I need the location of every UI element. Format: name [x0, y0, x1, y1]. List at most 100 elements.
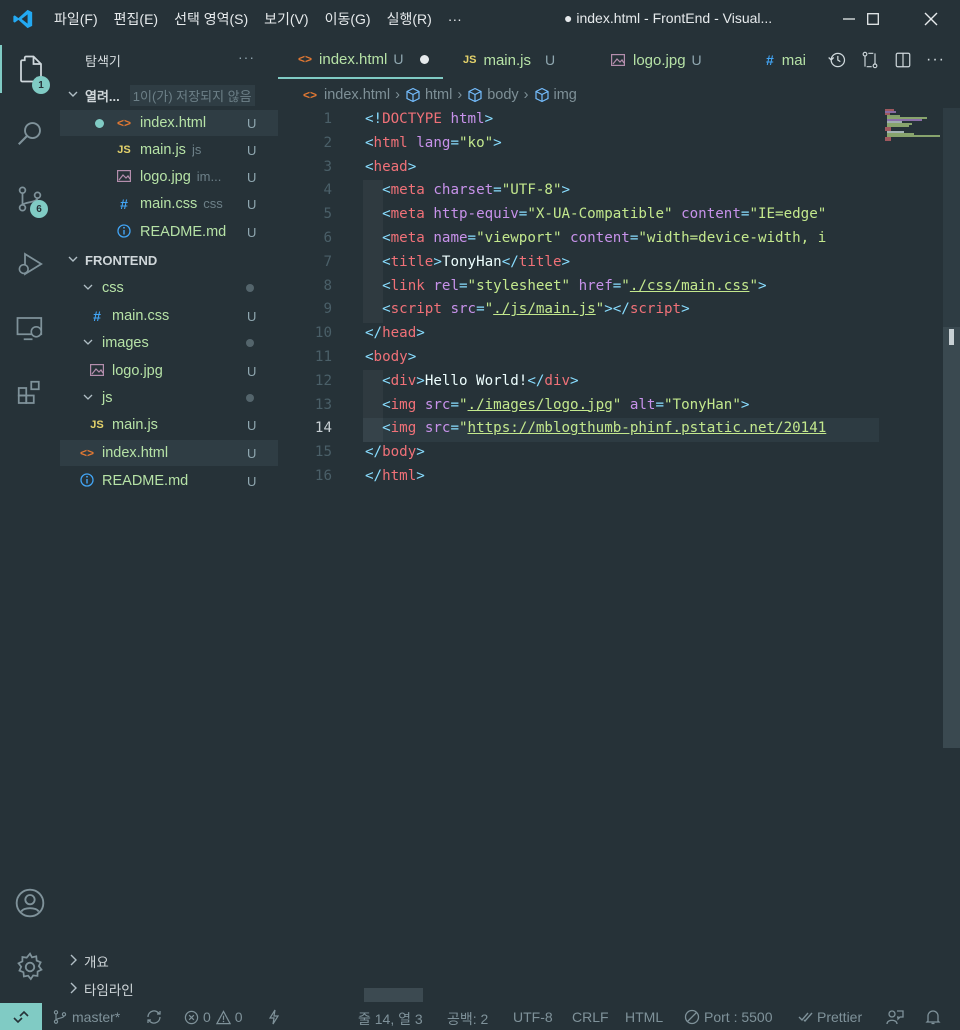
file-index-html[interactable]: <> index.html U — [60, 440, 278, 466]
image-icon — [611, 54, 625, 66]
image-icon — [114, 169, 134, 185]
branch-button[interactable]: master* — [52, 1009, 120, 1025]
file-main-css[interactable]: # main.css U — [60, 303, 278, 329]
project-header[interactable]: FRONTEND — [60, 247, 278, 273]
modified-dot — [246, 284, 254, 292]
code-line: </head> — [365, 325, 425, 342]
breadcrumb-img[interactable]: img — [554, 87, 577, 103]
tab-main-js[interactable]: JS main.js U — [443, 41, 591, 79]
close-button[interactable] — [908, 0, 954, 37]
file-main-js[interactable]: JS main.js U — [60, 412, 278, 438]
extensions-button[interactable] — [0, 369, 60, 417]
encoding[interactable]: UTF-8 — [513, 1009, 553, 1025]
port-label: Port : 5500 — [704, 1009, 773, 1025]
git-status: U — [247, 169, 257, 185]
feedback-button[interactable] — [886, 1009, 904, 1025]
tab-index-html[interactable]: <> index.html U — [278, 41, 443, 79]
git-status: U — [247, 142, 257, 158]
maximize-button[interactable] — [850, 0, 896, 37]
open-editor-item[interactable]: logo.jpg im... U — [60, 164, 278, 190]
git-status: U — [247, 363, 257, 379]
sync-button[interactable] — [145, 1009, 163, 1025]
lightning-button[interactable] — [268, 1009, 280, 1025]
no-entry-icon — [684, 1009, 700, 1025]
open-editors-label: 열려... — [85, 88, 120, 104]
remote-explorer-button[interactable] — [0, 304, 60, 352]
file-folder: js — [191, 142, 202, 157]
cursor-position[interactable]: 줄 14, 열 3 — [358, 1009, 423, 1029]
menu-selection[interactable]: 선택 영역(S) — [166, 9, 256, 29]
open-editor-item[interactable]: # main.css css U — [60, 191, 278, 217]
file-name: main.css — [140, 196, 198, 212]
code-editor[interactable]: 1 2 3 4 5 6 7 8 9 10 11 12 13 14 15 16 <!DOCTYPE html> … — [278, 108, 960, 748]
tab-main-css[interactable]: # mai — [746, 41, 806, 79]
minimap[interactable] — [882, 108, 944, 148]
css-icon: # — [766, 52, 774, 68]
error-icon — [184, 1010, 199, 1024]
folder-images[interactable]: images — [60, 330, 278, 356]
scrollbar-thumb[interactable] — [943, 327, 960, 748]
notifications-button[interactable] — [925, 1009, 941, 1025]
run-debug-button[interactable] — [0, 240, 60, 288]
more-actions-icon[interactable]: ··· — [919, 51, 952, 69]
indentation[interactable]: 공백: 2 — [447, 1009, 488, 1029]
menu-file[interactable]: 파일(F) — [46, 9, 106, 29]
timeline-history-button[interactable] — [820, 50, 853, 70]
tab-status: U — [393, 51, 404, 67]
file-logo-jpg[interactable]: logo.jpg U — [60, 358, 278, 384]
compare-changes-button[interactable] — [853, 50, 886, 70]
source-control-badge: 6 — [30, 200, 48, 218]
css-link[interactable]: ./css/main.css — [630, 278, 750, 294]
breadcrumb-html[interactable]: html — [425, 87, 452, 103]
accounts-button[interactable] — [0, 879, 60, 927]
css-icon: # — [93, 308, 101, 324]
tab-logo-jpg[interactable]: logo.jpg U — [591, 41, 746, 79]
menu-view[interactable]: 보기(V) — [256, 9, 316, 29]
menu-more[interactable]: ··· — [440, 11, 470, 27]
vertical-scrollbar[interactable] — [943, 108, 960, 748]
unsaved-dot-icon[interactable] — [419, 54, 429, 64]
timeline-section[interactable]: 타임라인 — [60, 976, 278, 1002]
file-name: index.html — [102, 445, 169, 461]
split-editor-button[interactable] — [886, 51, 919, 69]
folder-name: js — [102, 390, 113, 406]
menu-run[interactable]: 실행(R) — [379, 9, 440, 29]
folder-css[interactable]: css — [60, 275, 278, 301]
image-link[interactable]: ./images/logo.jpg — [468, 397, 613, 413]
html-icon: <> — [298, 52, 313, 66]
code-line: <img src="./images/logo.jpg" alt="TonyHa… — [382, 396, 750, 413]
open-editor-item[interactable]: JS main.js js U — [60, 137, 278, 163]
remote-indicator-button[interactable] — [0, 1003, 42, 1030]
js-link[interactable]: ./js/main.js — [493, 301, 596, 317]
open-editors-header[interactable]: 열려... 1이(가) 저장되지 않음 — [60, 82, 278, 108]
folder-js[interactable]: js — [60, 385, 278, 411]
search-button[interactable] — [0, 109, 60, 157]
chevron-down-icon — [68, 88, 80, 102]
explorer-more-button[interactable]: ··· — [238, 49, 255, 65]
open-editor-item[interactable]: <> index.html U — [60, 110, 278, 136]
git-status: U — [247, 115, 257, 131]
problems-button[interactable]: 0 0 — [184, 1009, 243, 1025]
live-server-button[interactable]: Port : 5500 — [684, 1009, 773, 1025]
error-count: 0 — [203, 1009, 211, 1025]
source-control-button[interactable]: 6 — [0, 175, 60, 223]
prettier-button[interactable]: Prettier — [798, 1009, 862, 1025]
breadcrumb-file[interactable]: index.html — [324, 87, 390, 103]
breadcrumb-body[interactable]: body — [487, 87, 518, 103]
horizontal-scrollbar[interactable] — [364, 988, 423, 1002]
code-line: <div>Hello World!</div> — [382, 372, 579, 389]
open-editor-item[interactable]: README.md U — [60, 219, 278, 245]
window-title: ● index.html - FrontEnd - Visual... — [564, 10, 773, 26]
code-line: <meta http-equiv="X-UA-Compatible" conte… — [382, 206, 827, 223]
language-mode[interactable]: HTML — [625, 1009, 663, 1025]
menu-edit[interactable]: 편집(E) — [106, 9, 166, 29]
outline-section[interactable]: 개요 — [60, 948, 278, 974]
explorer-button[interactable]: 1 — [0, 45, 60, 94]
manage-button[interactable] — [0, 943, 60, 991]
line-numbers: 1 2 3 4 5 6 7 8 9 10 11 12 13 14 15 16 — [314, 111, 332, 484]
file-readme[interactable]: README.md U — [60, 468, 278, 494]
menu-go[interactable]: 이동(G) — [317, 9, 379, 29]
tab-status: U — [691, 52, 702, 68]
url-link[interactable]: https://mblogthumb-phinf.pstatic.net/201… — [468, 420, 827, 436]
end-of-line[interactable]: CRLF — [572, 1009, 609, 1025]
